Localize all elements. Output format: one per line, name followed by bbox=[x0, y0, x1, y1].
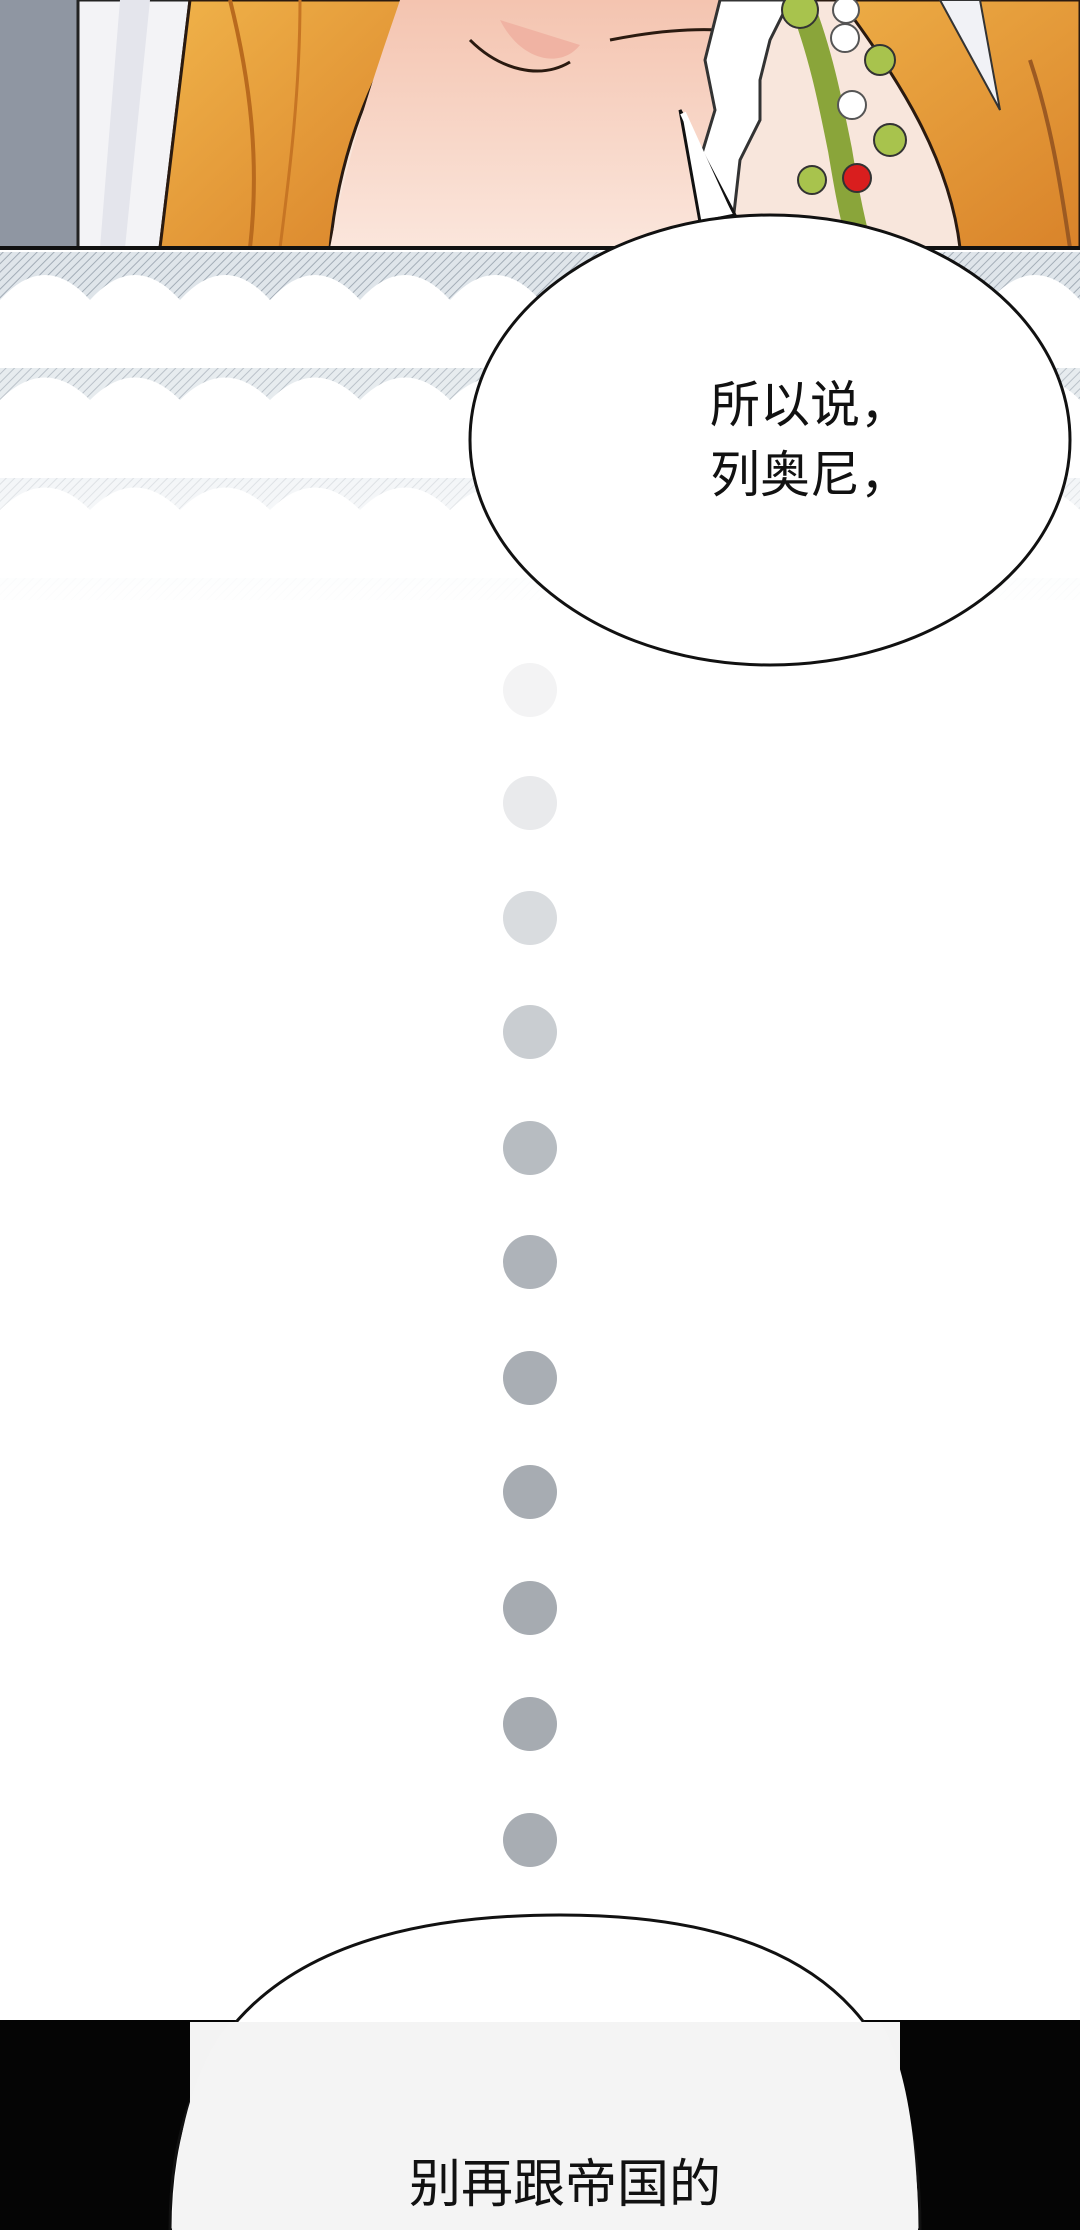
ellipsis-dots bbox=[503, 663, 557, 1987]
ellipsis-dot bbox=[503, 1005, 557, 1059]
ellipsis-dot bbox=[503, 1121, 557, 1175]
speech-bubble-2-text: 别再跟帝国的 bbox=[340, 2150, 790, 2220]
speech-bubble-1-line-1: 所以说， bbox=[710, 376, 910, 434]
ellipsis-dot bbox=[503, 1813, 557, 1867]
comic-artwork bbox=[0, 0, 1080, 2230]
ellipsis-dot bbox=[503, 891, 557, 945]
ellipsis-dot bbox=[503, 776, 557, 830]
ellipsis-dot bbox=[503, 1697, 557, 1751]
ellipsis-dot bbox=[503, 1351, 557, 1405]
top-panel-illustration bbox=[0, 0, 1080, 260]
ellipsis-dot bbox=[503, 1581, 557, 1635]
speech-bubble-1-text: 所以说， 列奥尼， bbox=[600, 370, 1020, 510]
ellipsis-dot bbox=[503, 1465, 557, 1519]
ellipsis-dot bbox=[503, 663, 557, 717]
speech-bubble-2-line-1: 别再跟帝国的 bbox=[408, 2155, 721, 2215]
ellipsis-dot bbox=[503, 1235, 557, 1289]
speech-bubble-1-line-2: 列奥尼， bbox=[710, 446, 910, 504]
